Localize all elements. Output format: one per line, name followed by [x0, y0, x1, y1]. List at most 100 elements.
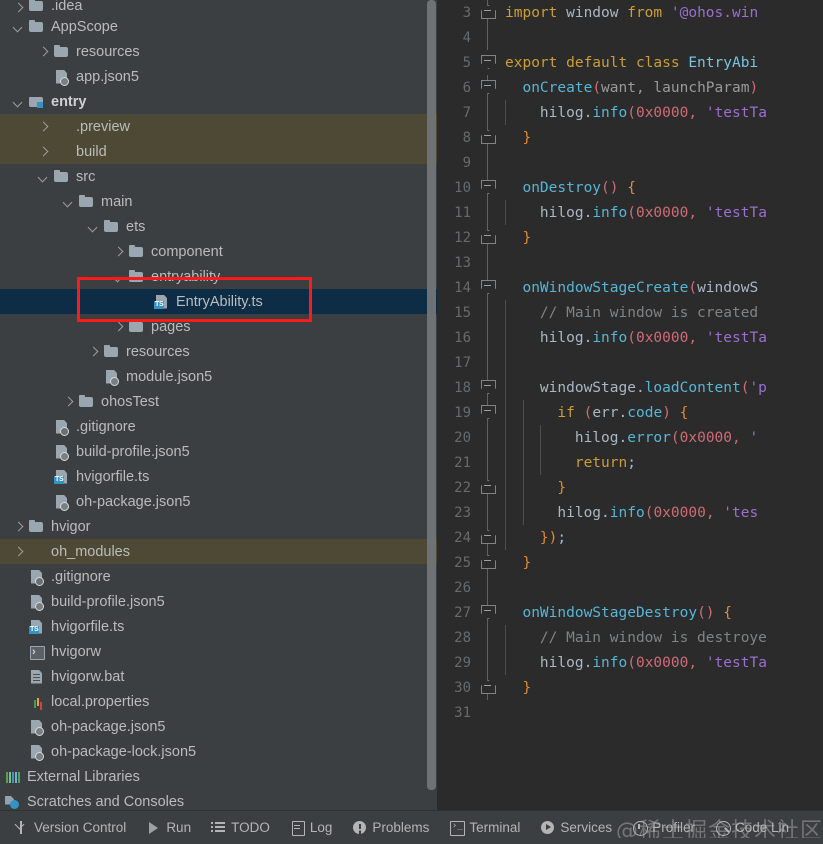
tree-item-hvigorfile-ts[interactable]: hvigorfile.ts — [0, 614, 437, 639]
chevron-right-icon[interactable] — [37, 45, 50, 58]
code-line-4[interactable]: 4 — [439, 25, 823, 50]
chevron-right-icon[interactable] — [12, 545, 25, 558]
tree-item-oh-package-json5[interactable]: oh-package.json5 — [0, 714, 437, 739]
code-line-16[interactable]: 16 hilog.info(0x0000, 'testTa — [439, 325, 823, 350]
chevron-right-icon[interactable] — [87, 345, 100, 358]
code-line-10[interactable]: 10 onDestroy() { — [439, 175, 823, 200]
code-line-3[interactable]: 3 import window from '@ohos.win — [439, 0, 823, 25]
tree-item-external-libraries[interactable]: External Libraries — [0, 764, 437, 789]
chevron-down-icon[interactable] — [12, 95, 25, 108]
chevron-right-icon[interactable] — [37, 145, 50, 158]
fold-gutter[interactable] — [475, 625, 501, 650]
tree-item-module-json5[interactable]: module.json5 — [0, 364, 437, 389]
chevron-right-icon[interactable] — [112, 245, 125, 258]
tree-item-pages[interactable]: pages — [0, 314, 437, 339]
chevron-right-icon[interactable] — [112, 320, 125, 333]
tree-item-ets[interactable]: ets — [0, 214, 437, 239]
code-line-23[interactable]: 23 hilog.info(0x0000, 'tes — [439, 500, 823, 525]
fold-gutter[interactable] — [475, 175, 501, 200]
fold-gutter[interactable] — [475, 600, 501, 625]
tree-item-main[interactable]: main — [0, 189, 437, 214]
project-tree-panel[interactable]: .idea AppScope resources app.json5 entry .pre… — [0, 0, 437, 810]
fold-gutter[interactable] — [475, 450, 501, 475]
fold-gutter[interactable] — [475, 125, 501, 150]
tree-item-app-json5[interactable]: app.json5 — [0, 64, 437, 89]
fold-gutter[interactable] — [475, 50, 501, 75]
fold-gutter[interactable] — [475, 150, 501, 175]
code-editor[interactable]: 3 import window from '@ohos.win 4 5 export d… — [439, 0, 823, 810]
tree-item-build-profile-json5[interactable]: build-profile.json5 — [0, 439, 437, 464]
code-line-22[interactable]: 22 } — [439, 475, 823, 500]
code-line-26[interactable]: 26 — [439, 575, 823, 600]
fold-gutter[interactable] — [475, 700, 501, 725]
chevron-down-icon[interactable] — [87, 220, 100, 233]
chevron-down-icon[interactable] — [12, 20, 25, 33]
tree-item-oh-package-lock-json5[interactable]: oh-package-lock.json5 — [0, 739, 437, 764]
chevron-down-icon[interactable] — [37, 170, 50, 183]
code-line-27[interactable]: 27 onWindowStageDestroy() { — [439, 600, 823, 625]
code-line-21[interactable]: 21 return; — [439, 450, 823, 475]
code-line-25[interactable]: 25 } — [439, 550, 823, 575]
tree-item-hvigorw[interactable]: hvigorw — [0, 639, 437, 664]
code-line-5[interactable]: 5 export default class EntryAbi — [439, 50, 823, 75]
fold-gutter[interactable] — [475, 375, 501, 400]
fold-gutter[interactable] — [475, 0, 501, 25]
tree-item--gitignore[interactable]: .gitignore — [0, 564, 437, 589]
tree-item-resources[interactable]: resources — [0, 39, 437, 64]
fold-gutter[interactable] — [475, 250, 501, 275]
fold-gutter[interactable] — [475, 675, 501, 700]
code-line-31[interactable]: 31 — [439, 700, 823, 725]
tree-item--preview[interactable]: .preview — [0, 114, 437, 139]
fold-gutter[interactable] — [475, 300, 501, 325]
fold-gutter[interactable] — [475, 75, 501, 100]
chevron-right-icon[interactable] — [12, 1, 25, 14]
fold-gutter[interactable] — [475, 525, 501, 550]
code-line-12[interactable]: 12 } — [439, 225, 823, 250]
tree-item-component[interactable]: component — [0, 239, 437, 264]
tree-item-build-profile-json5[interactable]: build-profile.json5 — [0, 589, 437, 614]
code-line-18[interactable]: 18 windowStage.loadContent('p — [439, 375, 823, 400]
code-line-13[interactable]: 13 — [439, 250, 823, 275]
code-line-7[interactable]: 7 hilog.info(0x0000, 'testTa — [439, 100, 823, 125]
tree-item--gitignore[interactable]: .gitignore — [0, 414, 437, 439]
code-line-19[interactable]: 19 if (err.code) { — [439, 400, 823, 425]
fold-gutter[interactable] — [475, 475, 501, 500]
code-line-8[interactable]: 8 } — [439, 125, 823, 150]
tree-item-hvigorw-bat[interactable]: hvigorw.bat — [0, 664, 437, 689]
chevron-right-icon[interactable] — [12, 520, 25, 533]
fold-gutter[interactable] — [475, 275, 501, 300]
tree-item-appscope[interactable]: AppScope — [0, 14, 437, 39]
code-line-29[interactable]: 29 hilog.info(0x0000, 'testTa — [439, 650, 823, 675]
tree-item-hvigor[interactable]: hvigor — [0, 514, 437, 539]
chevron-down-icon[interactable] — [112, 270, 125, 283]
fold-gutter[interactable] — [475, 25, 501, 50]
chevron-down-icon[interactable] — [62, 195, 75, 208]
fold-gutter[interactable] — [475, 100, 501, 125]
code-line-28[interactable]: 28 // Main window is destroye — [439, 625, 823, 650]
fold-gutter[interactable] — [475, 325, 501, 350]
tree-item-entry[interactable]: entry — [0, 89, 437, 114]
code-line-15[interactable]: 15 // Main window is created — [439, 300, 823, 325]
code-line-6[interactable]: 6 onCreate(want, launchParam) — [439, 75, 823, 100]
tree-item-hvigorfile-ts[interactable]: hvigorfile.ts — [0, 464, 437, 489]
fold-gutter[interactable] — [475, 500, 501, 525]
fold-gutter[interactable] — [475, 200, 501, 225]
chevron-right-icon[interactable] — [62, 395, 75, 408]
code-line-9[interactable]: 9 — [439, 150, 823, 175]
tree-item-ohostest[interactable]: ohosTest — [0, 389, 437, 414]
code-line-24[interactable]: 24 }); — [439, 525, 823, 550]
project-tree-scrollbar[interactable] — [426, 0, 437, 810]
tree-item-resources[interactable]: resources — [0, 339, 437, 364]
tree-item-oh-package-json5[interactable]: oh-package.json5 — [0, 489, 437, 514]
code-line-11[interactable]: 11 hilog.info(0x0000, 'testTa — [439, 200, 823, 225]
fold-gutter[interactable] — [475, 650, 501, 675]
tree-item-oh-modules[interactable]: oh_modules — [0, 539, 437, 564]
tree-item-scratches-and-consoles[interactable]: Scratches and Consoles — [0, 789, 437, 810]
fold-gutter[interactable] — [475, 350, 501, 375]
fold-gutter[interactable] — [475, 400, 501, 425]
fold-gutter[interactable] — [475, 425, 501, 450]
tree-item-entryability-ts[interactable]: EntryAbility.ts — [0, 289, 437, 314]
scrollbar-thumb[interactable] — [427, 0, 436, 790]
fold-gutter[interactable] — [475, 225, 501, 250]
tree-item-src[interactable]: src — [0, 164, 437, 189]
